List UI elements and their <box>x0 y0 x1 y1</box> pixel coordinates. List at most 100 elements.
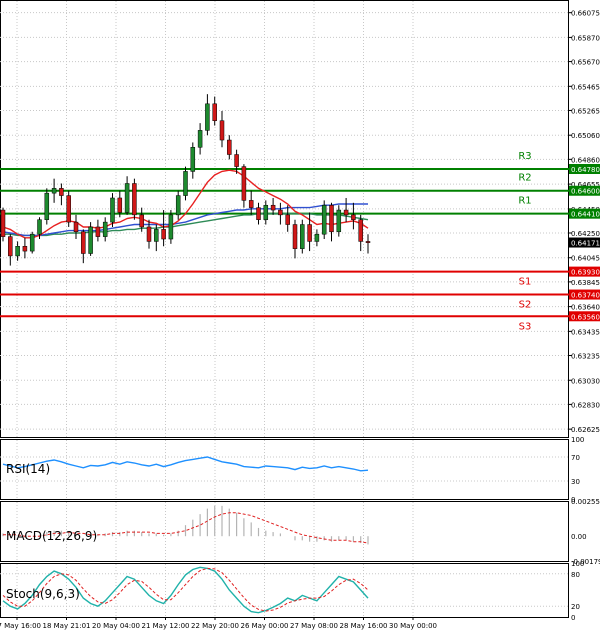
candle-up <box>314 233 320 242</box>
candle-up <box>88 226 93 254</box>
candle-up <box>44 192 50 220</box>
candle-down <box>132 183 137 216</box>
candle-down <box>161 229 166 240</box>
macd-label: MACD(12,26,9) <box>6 529 97 543</box>
trading-chart: 0.66075 0.65870 0.65670 0.65465 0.65265 0.650… <box>0 0 600 630</box>
rsi-tick-label: 70 <box>571 454 580 462</box>
level-price-text: 0.63560 <box>571 313 600 321</box>
rsi-pane-frame <box>0 439 569 500</box>
candle-down <box>343 209 349 216</box>
price-pane-frame <box>0 0 569 438</box>
time-tick-label: 27 May 08:00 <box>290 622 338 630</box>
level-label-s1: S1 <box>519 277 532 288</box>
candle-down <box>146 226 152 242</box>
price-tick-label: 0.63640 <box>571 304 600 312</box>
candle-down <box>358 219 363 242</box>
candle-up <box>263 204 269 220</box>
rsi-tick-label: 30 <box>571 478 580 486</box>
candle-down <box>307 224 312 242</box>
candle-up <box>183 171 188 196</box>
candle-down <box>117 197 123 213</box>
candle-down <box>351 214 356 220</box>
stoch-tick-label: 20 <box>571 603 580 611</box>
level-price-text: 0.63740 <box>571 292 600 300</box>
candle-down <box>59 188 64 196</box>
candle-down <box>81 231 86 254</box>
time-tick-label: 30 May 00:00 <box>389 622 437 630</box>
candle-down <box>241 166 247 201</box>
candle-up <box>154 229 159 242</box>
candle-up <box>102 221 108 237</box>
level-price-text: 0.64600 <box>571 188 600 196</box>
candle-down <box>66 195 71 223</box>
stoch-tick-label: 0 <box>571 614 575 622</box>
time-tick-label: 18 May 21:01 <box>42 622 90 630</box>
candle-down <box>285 214 290 225</box>
candle-down <box>73 221 79 233</box>
time-tick-label: 21 May 12:00 <box>141 622 189 630</box>
stoch-tick-label: 80 <box>571 571 580 579</box>
price-tick-label: 0.63435 <box>571 328 600 336</box>
price-tick-label: 0.63030 <box>571 377 600 385</box>
level-label-r2: R2 <box>518 173 531 184</box>
candle-down <box>22 246 28 252</box>
time-tick-label: 22 May 20:00 <box>191 622 239 630</box>
price-tick-label: 0.65465 <box>571 83 600 91</box>
candle-up <box>51 188 57 194</box>
price-tick-label: 0.63235 <box>571 353 600 361</box>
price-tick-label: 0.64860 <box>571 156 600 164</box>
level-price-text: 0.63930 <box>571 269 600 277</box>
candle-down <box>234 154 239 167</box>
price-tick-label: 0.64250 <box>571 230 600 238</box>
candle-down <box>270 204 276 211</box>
time-tick-label: 17 May 16:00 <box>0 622 41 630</box>
price-tick-label: 0.65670 <box>571 59 600 67</box>
level-price-text: 0.64410 <box>571 211 600 219</box>
level-label-r1: R1 <box>518 196 531 207</box>
candle-up <box>300 224 305 249</box>
price-tick-label: 0.65870 <box>571 34 600 42</box>
price-tick-label: 0.65060 <box>571 132 600 140</box>
candle-up <box>110 197 115 223</box>
rsi-tick-label: 100 <box>571 436 584 444</box>
candle-down <box>0 209 6 237</box>
candle-up <box>29 233 35 252</box>
candle-down <box>8 236 13 257</box>
level-label-s3: S3 <box>519 321 532 332</box>
candle-down <box>139 214 144 228</box>
candle-up <box>175 195 181 216</box>
candle-up <box>205 103 210 131</box>
level-label-s2: S2 <box>519 300 532 311</box>
candle-down <box>256 207 261 220</box>
stoch-tick-label: 100 <box>571 560 584 568</box>
candle-down <box>292 224 298 249</box>
candle-down <box>95 226 101 237</box>
candle-up <box>336 209 342 233</box>
price-tick-label: 0.66075 <box>571 10 600 18</box>
stoch-label: Stoch(9,6,3) <box>6 587 80 601</box>
rsi-label: RSI(14) <box>6 462 50 476</box>
macd-pane: 0.0025530.00-0.001799MACD(12,26,9) <box>0 498 600 566</box>
candle-down <box>365 241 371 243</box>
candle-up <box>190 147 196 172</box>
time-tick-label: 28 May 16:00 <box>339 622 387 630</box>
candle-down <box>212 103 217 121</box>
price-pane: 0.66075 0.65870 0.65670 0.65465 0.65265 0.650… <box>0 0 600 438</box>
candle-down <box>329 204 334 233</box>
current-price-text: 0.64171 <box>571 240 600 248</box>
candle-down <box>278 209 283 216</box>
level-price-text: 0.64780 <box>571 166 600 174</box>
candle-up <box>37 219 42 235</box>
candle-up <box>197 130 203 148</box>
time-tick-label: 26 May 00:00 <box>240 622 288 630</box>
price-tick-label: 0.62625 <box>571 426 600 434</box>
price-tick-label: 0.62830 <box>571 401 600 409</box>
macd-tick-label: 0.00 <box>571 533 587 541</box>
candle-up <box>124 183 130 213</box>
price-tick-label: 0.65265 <box>571 107 600 115</box>
candle-down <box>227 139 232 155</box>
stoch-pane-frame <box>0 563 569 618</box>
rsi-pane: 10070300RSI(14) <box>0 436 584 504</box>
level-label-r3: R3 <box>518 151 531 162</box>
candle-up <box>168 214 174 240</box>
